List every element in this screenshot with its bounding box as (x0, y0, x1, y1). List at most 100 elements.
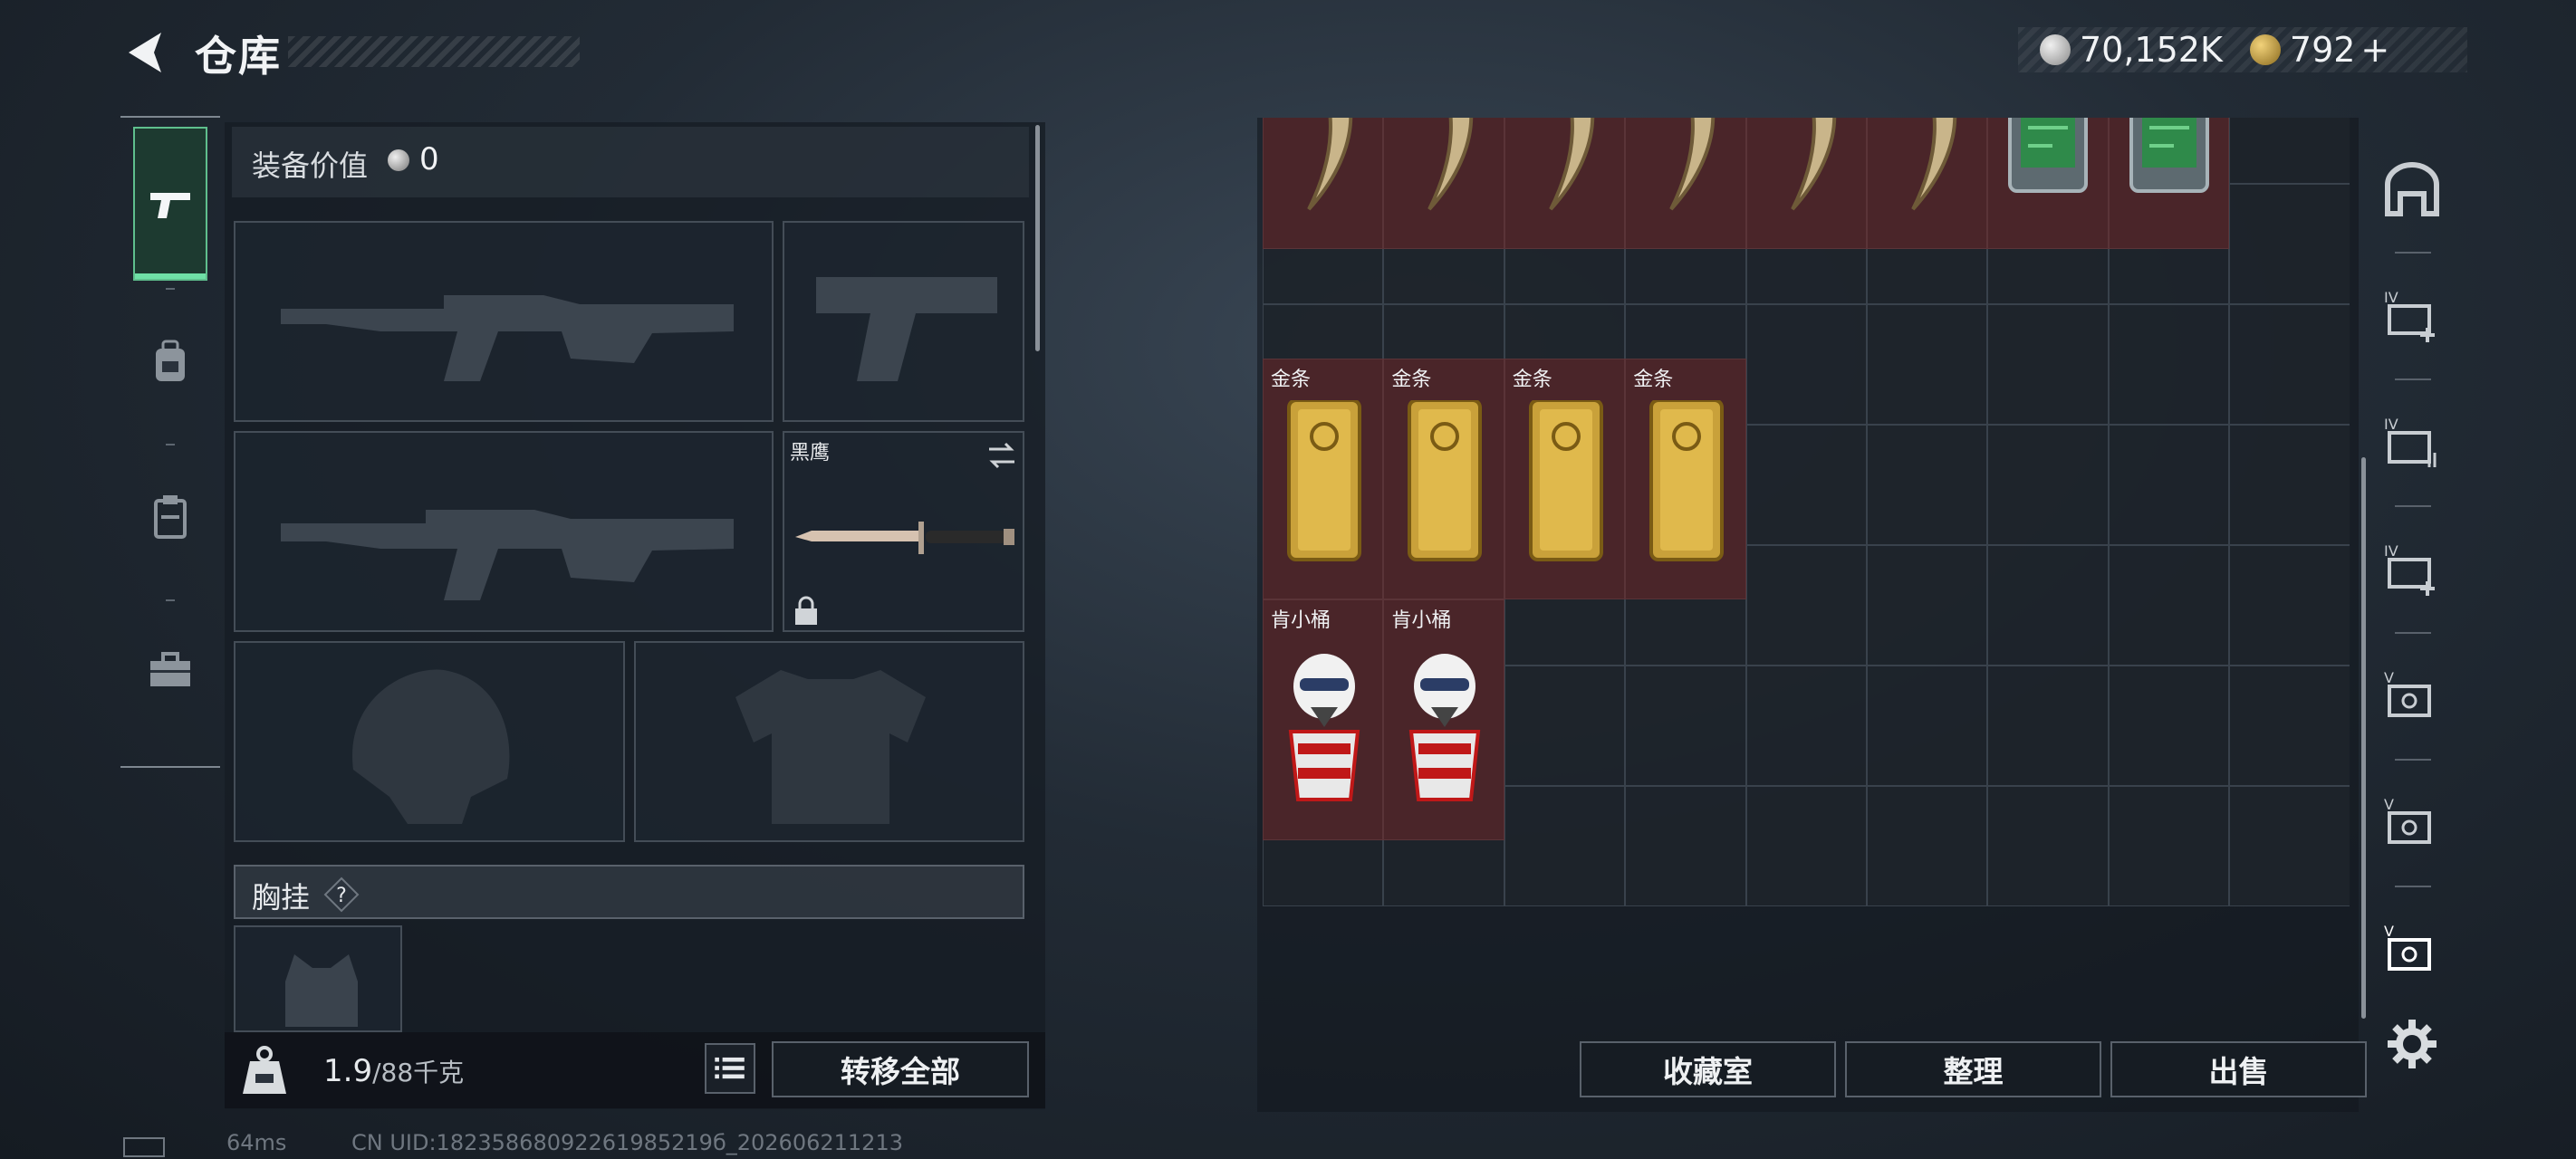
grid-cell[interactable] (2108, 545, 2230, 666)
helmet-slot[interactable] (234, 641, 625, 842)
grid-cell[interactable] (1987, 666, 2109, 786)
armor-silhouette-icon (735, 670, 926, 824)
tusk-item[interactable] (1263, 118, 1384, 249)
grid-cell[interactable] (1745, 786, 1867, 906)
help-icon[interactable]: ? (323, 876, 360, 913)
grid-cell[interactable] (1745, 425, 1867, 545)
storage-grid[interactable]: 金条 金条 金条 金条 肯小桶 肯小桶 (1263, 118, 2350, 1023)
sell-button[interactable]: 出售 (2110, 1041, 2367, 1097)
silver-amount: 70,152K (2080, 30, 2223, 70)
grid-cell[interactable] (2229, 786, 2350, 906)
circuit-device-item[interactable] (2108, 118, 2230, 249)
grid-cell[interactable] (2229, 545, 2350, 666)
tusk-item[interactable] (1745, 118, 1867, 249)
safe-v-icon-2[interactable]: V (2382, 793, 2442, 853)
grid-cell[interactable] (2108, 786, 2230, 906)
add-gold-button[interactable]: + (2360, 30, 2389, 70)
tab-kit[interactable] (133, 593, 207, 747)
helmet-silhouette-icon (352, 669, 510, 824)
grid-cell[interactable] (1625, 666, 1746, 786)
storage-box-iv-icon[interactable]: IV (2382, 413, 2442, 473)
grid-cell[interactable] (1867, 545, 1988, 666)
tusk-item[interactable] (1504, 118, 1626, 249)
weight-current: 1.9 (323, 1053, 373, 1089)
tusk-icon (1549, 118, 1594, 211)
settings-gear-icon[interactable] (2382, 1014, 2442, 1074)
kfc-figure-icon (1409, 653, 1481, 801)
tusk-item[interactable] (1383, 118, 1504, 249)
circuit-device-item[interactable] (1987, 118, 2109, 249)
safe-v-icon-active[interactable]: V (2382, 920, 2442, 980)
swap-icon[interactable] (985, 440, 1018, 471)
gold-amount: 792 (2289, 30, 2356, 70)
grid-cell[interactable] (1504, 786, 1626, 906)
grid-cell[interactable] (2108, 304, 2230, 425)
grid-cell[interactable] (2229, 666, 2350, 786)
grid-cell[interactable] (1867, 786, 1988, 906)
grid-cell[interactable] (1867, 425, 1988, 545)
grid-cell[interactable] (1987, 786, 2109, 906)
grid-cell[interactable] (1745, 304, 1867, 425)
organize-button[interactable]: 整理 (1845, 1041, 2101, 1097)
collection-room-button[interactable]: 收藏室 (1580, 1041, 1836, 1097)
title-decoration (288, 36, 580, 67)
tab-backpack[interactable] (133, 285, 207, 439)
grid-cell[interactable] (1745, 666, 1867, 786)
grid-cell[interactable] (2229, 425, 2350, 545)
kfc-bucket-item[interactable]: 肯小桶 (1263, 599, 1384, 840)
kfc-figure-icon (1288, 653, 1360, 801)
tusk-icon (1669, 118, 1716, 211)
gold-bar-item[interactable]: 金条 (1263, 358, 1384, 599)
gold-bar-icon (1287, 399, 1361, 561)
secondary-weapon-slot[interactable] (234, 431, 774, 632)
grid-cell[interactable] (1987, 545, 2109, 666)
circuit-board-icon (2129, 118, 2209, 193)
tier-v-label: V (2384, 923, 2394, 940)
grid-cell[interactable] (2229, 184, 2350, 304)
chest-rig-label: 胸挂 (252, 880, 311, 915)
list-view-icon[interactable] (705, 1043, 755, 1094)
equipment-value-label: 装备价值 (252, 148, 369, 183)
grid-cell[interactable] (1867, 304, 1988, 425)
pistol-slot[interactable] (783, 221, 1024, 422)
tusk-item[interactable] (1625, 118, 1746, 249)
expand-storage-iv-icon-2[interactable]: IV (2382, 540, 2442, 599)
grid-cell[interactable] (1504, 666, 1626, 786)
item-name: 金条 (1271, 368, 1312, 391)
melee-slot[interactable]: 黑鹰 (783, 431, 1024, 632)
tab-weapons[interactable] (133, 127, 207, 281)
rifle-silhouette-icon (281, 295, 734, 381)
chest-rig-slot[interactable] (234, 925, 402, 1032)
gold-bar-icon (1408, 399, 1483, 561)
grid-cell[interactable] (1745, 545, 1867, 666)
tab-rig[interactable] (133, 439, 207, 593)
grid-cell[interactable] (1987, 425, 2109, 545)
backpack-icon (156, 340, 185, 381)
grid-cell[interactable] (2108, 666, 2230, 786)
grid-cell[interactable] (1987, 304, 2109, 425)
silver-coin-icon (388, 149, 409, 171)
tusk-item[interactable] (1867, 118, 1988, 249)
lock-icon (795, 596, 817, 625)
kfc-bucket-item[interactable]: 肯小桶 (1383, 599, 1504, 840)
expand-storage-iv-icon[interactable]: IV (2382, 286, 2442, 346)
grid-cell[interactable] (2229, 304, 2350, 425)
armor-slot[interactable] (634, 641, 1024, 842)
transfer-all-button[interactable]: 转移全部 (772, 1041, 1029, 1097)
equipment-scrollbar[interactable] (1035, 125, 1040, 351)
gold-bar-item[interactable]: 金条 (1383, 358, 1504, 599)
primary-weapon-slot[interactable] (234, 221, 774, 422)
gold-bar-item[interactable]: 金条 (1625, 358, 1746, 599)
gold-bar-item[interactable]: 金条 (1504, 358, 1626, 599)
grid-cell[interactable] (2229, 118, 2350, 184)
grid-cell[interactable] (2108, 425, 2230, 545)
pistol-icon (150, 193, 190, 218)
tusk-icon (1427, 118, 1474, 211)
warehouse-icon[interactable] (2382, 161, 2442, 221)
grid-cell[interactable] (1867, 666, 1988, 786)
tusk-icon (1790, 118, 1836, 211)
back-arrow-icon[interactable] (120, 27, 170, 78)
grid-cell[interactable] (1625, 786, 1746, 906)
safe-v-icon[interactable]: V (2382, 666, 2442, 726)
currency-bar[interactable]: 70,152K 792 + (2018, 27, 2467, 72)
